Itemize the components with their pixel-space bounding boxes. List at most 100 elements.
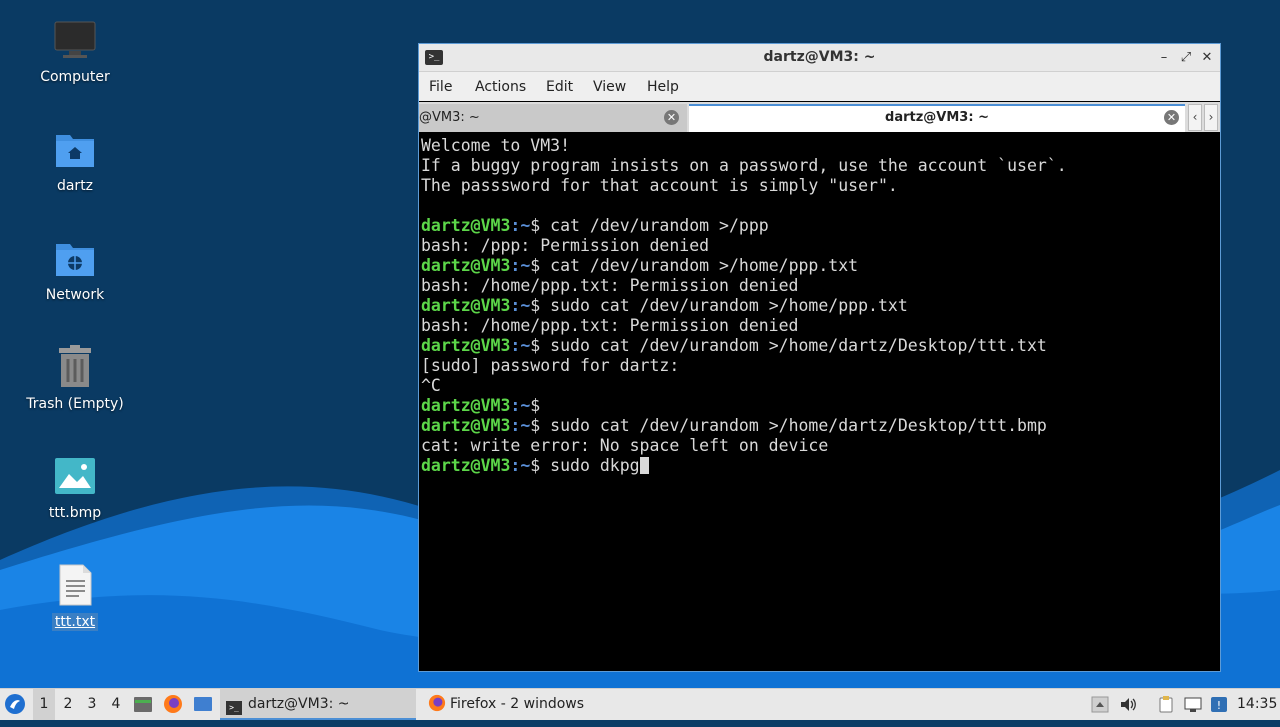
output-text: [sudo] password for dartz: — [421, 356, 680, 375]
task-label: Firefox - 2 windows — [450, 696, 585, 712]
desktop-icon-label: Trash (Empty) — [26, 396, 124, 412]
terminal-command-line: dartz@VM3:~$ sudo cat /dev/urandom >/hom… — [421, 296, 1218, 316]
menu-actions[interactable]: Actions — [475, 79, 526, 95]
terminal-output-line: If a buggy program insists on a password… — [421, 156, 1218, 176]
file-manager-launcher[interactable] — [133, 689, 155, 720]
terminal-output-line: bash: /home/ppp.txt: Permission denied — [421, 316, 1218, 336]
svg-text:!: ! — [1217, 699, 1221, 712]
prompt-user: dartz@VM3 — [421, 216, 511, 235]
desktop-icon-network[interactable]: Network — [20, 236, 130, 304]
terminal-output-line: bash: /home/ppp.txt: Permission denied — [421, 276, 1218, 296]
desktop-icon-ttt-txt[interactable]: ttt.txt — [20, 563, 130, 631]
menu-bar: File Actions Edit View Help — [419, 72, 1220, 101]
desktop-icon-ttt-bmp[interactable]: ttt.bmp — [20, 454, 130, 522]
prompt-user: dartz@VM3 — [421, 396, 511, 415]
notifications-icon[interactable]: ! — [1210, 696, 1228, 713]
desktop-icon-label: dartz — [56, 178, 94, 194]
clock[interactable]: 14:35 — [1237, 689, 1277, 720]
close-button[interactable]: ✕ — [1198, 49, 1216, 67]
taskbar: 1 2 3 4 >_ dartz@VM3: ~ Firefox - 2 windo… — [0, 688, 1280, 720]
output-text: The passsword for that account is simply… — [421, 176, 898, 195]
tab-close-icon[interactable]: ✕ — [1164, 110, 1179, 125]
terminal-command-line: dartz@VM3:~$ cat /dev/urandom >/ppp — [421, 216, 1218, 236]
terminal-output-line: cat: write error: No space left on devic… — [421, 436, 1218, 456]
desktop-icon-trash[interactable]: Trash (Empty) — [20, 345, 130, 413]
menu-view[interactable]: View — [593, 79, 626, 95]
desktop-icon-computer[interactable]: Computer — [20, 18, 130, 86]
terminal-command-line: dartz@VM3:~$ sudo cat /dev/urandom >/hom… — [421, 336, 1218, 356]
prompt-user: dartz@VM3 — [421, 296, 511, 315]
prompt-user: dartz@VM3 — [421, 336, 511, 355]
prompt-symbol: $ — [530, 396, 551, 415]
terminal-command-line: dartz@VM3:~$ sudo cat /dev/urandom >/hom… — [421, 416, 1218, 436]
window-titlebar[interactable]: >_ dartz@VM3: ~ – ⤢ ✕ — [419, 44, 1220, 72]
start-menu-icon — [5, 694, 25, 714]
terminal-window[interactable]: >_ dartz@VM3: ~ – ⤢ ✕ File Actions Edit … — [418, 43, 1221, 672]
output-text: bash: /ppp: Permission denied — [421, 236, 710, 255]
terminal-output-line: Welcome to VM3! — [421, 136, 1218, 156]
tab-inactive[interactable]: @VM3: ~ ✕ — [419, 104, 687, 132]
prompt-symbol: $ — [530, 216, 551, 235]
workspace-2[interactable]: 2 — [57, 689, 79, 720]
task-label: dartz@VM3: ~ — [248, 696, 350, 712]
firefox-icon — [164, 695, 182, 713]
terminal-icon: >_ — [226, 701, 242, 715]
workspace-4[interactable]: 4 — [105, 689, 127, 720]
prompt-symbol: $ — [530, 296, 551, 315]
volume-icon[interactable] — [1119, 696, 1137, 713]
terminal-output-line: [sudo] password for dartz: — [421, 356, 1218, 376]
network-tray-icon[interactable] — [1184, 696, 1202, 713]
menu-file[interactable]: File — [429, 79, 452, 95]
output-text: cat: write error: No space left on devic… — [421, 436, 829, 455]
trash-icon — [53, 345, 97, 389]
workspace-1[interactable]: 1 — [33, 689, 55, 720]
terminal-command-line: dartz@VM3:~$ cat /dev/urandom >/home/ppp… — [421, 256, 1218, 276]
prompt-path: :~ — [510, 336, 531, 355]
output-text: If a buggy program insists on a password… — [421, 156, 1067, 175]
firefox-icon — [428, 694, 446, 712]
desktop-icon-label: ttt.bmp — [48, 505, 102, 521]
clipboard-icon[interactable] — [1157, 696, 1175, 713]
show-desktop-button[interactable] — [193, 689, 215, 720]
tab-bar: @VM3: ~ ✕ dartz@VM3: ~ ✕ ‹ › — [419, 102, 1220, 132]
prompt-path: :~ — [510, 396, 531, 415]
prompt-symbol: $ — [530, 336, 551, 355]
output-text: Welcome to VM3! — [421, 136, 571, 155]
prompt-path: :~ — [510, 296, 531, 315]
maximize-button[interactable]: ⤢ — [1177, 49, 1195, 67]
prompt-symbol: $ — [530, 456, 551, 475]
tab-scroll-left-icon[interactable]: ‹ — [1188, 104, 1202, 131]
window-title: dartz@VM3: ~ — [763, 49, 876, 65]
prompt-path: :~ — [510, 256, 531, 275]
prompt-symbol: $ — [530, 256, 551, 275]
tab-label: @VM3: ~ — [419, 110, 480, 125]
tab-scroll-right-icon[interactable]: › — [1204, 104, 1218, 131]
command-text: sudo cat /dev/urandom >/home/ppp.txt — [550, 296, 908, 315]
output-text: bash: /home/ppp.txt: Permission denied — [421, 316, 799, 335]
prompt-path: :~ — [510, 456, 531, 475]
terminal-output-line: ^C — [421, 376, 1218, 396]
desktop-icon-label: Network — [45, 287, 105, 303]
menu-help[interactable]: Help — [647, 79, 679, 95]
command-text: cat /dev/urandom >/ppp — [550, 216, 769, 235]
prompt-symbol: $ — [530, 416, 551, 435]
terminal-output-line: bash: /ppp: Permission denied — [421, 236, 1218, 256]
start-menu-button[interactable] — [4, 689, 28, 720]
prompt-path: :~ — [510, 416, 531, 435]
taskbar-task-firefox[interactable]: Firefox - 2 windows — [422, 689, 618, 720]
file-manager-icon — [134, 697, 152, 712]
desktop-icon-home[interactable]: dartz — [20, 127, 130, 195]
terminal-output-line: The passsword for that account is simply… — [421, 176, 1218, 196]
tab-close-icon[interactable]: ✕ — [664, 110, 679, 125]
minimize-button[interactable]: – — [1155, 49, 1173, 67]
menu-edit[interactable]: Edit — [546, 79, 573, 95]
output-text: ^C — [421, 376, 441, 395]
firefox-launcher[interactable] — [163, 689, 185, 720]
terminal-output[interactable]: Welcome to VM3! If a buggy program insist… — [421, 136, 1218, 669]
tab-active[interactable]: dartz@VM3: ~ ✕ — [689, 104, 1185, 132]
workspace-3[interactable]: 3 — [81, 689, 103, 720]
taskbar-task-terminal[interactable]: >_ dartz@VM3: ~ — [220, 689, 416, 720]
tray-arrow-icon[interactable] — [1091, 696, 1109, 713]
desktop-icon-label: ttt.txt — [51, 613, 99, 631]
